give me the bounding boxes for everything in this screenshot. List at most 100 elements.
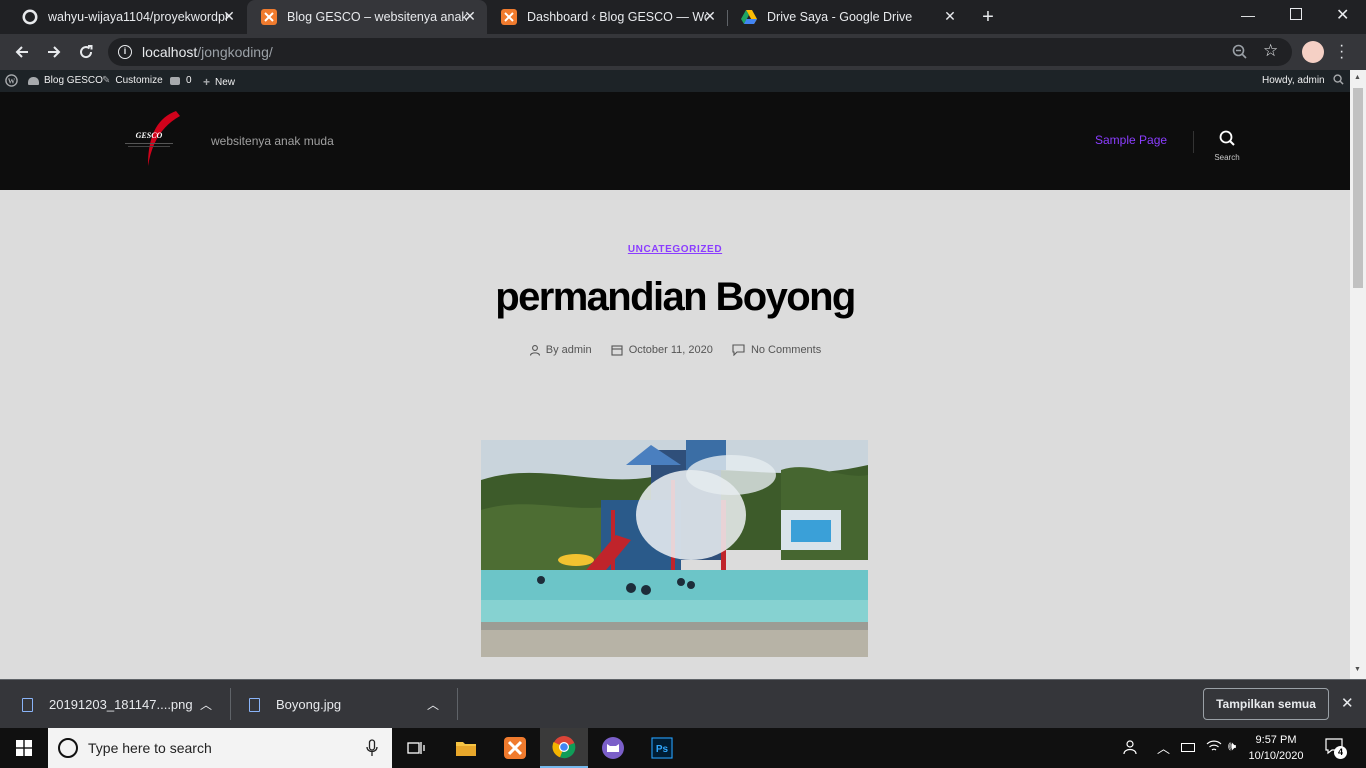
adminbar-howdy-label: Howdy, admin xyxy=(1262,75,1325,86)
zoom-icon[interactable] xyxy=(1232,44,1248,65)
search-icon xyxy=(1219,130,1235,146)
profile-avatar[interactable] xyxy=(1302,41,1324,63)
post-comments-label: No Comments xyxy=(750,344,822,356)
page-content: GESCO websitenya anak muda Sample Page S… xyxy=(0,92,1350,679)
menu-kebab-icon[interactable]: · · · xyxy=(1339,38,1344,66)
tab-title: Blog GESCO – websitenya anak muda xyxy=(287,10,467,24)
file-icon xyxy=(22,697,33,712)
back-arrow-icon[interactable] xyxy=(10,40,34,64)
header-divider xyxy=(1193,131,1194,153)
tab-title: Dashboard ‹ Blog GESCO — WordPress xyxy=(527,10,707,24)
download-divider xyxy=(457,688,458,720)
restore-icon[interactable] xyxy=(1290,8,1302,20)
post-date-label: October 11, 2020 xyxy=(628,344,713,356)
close-window-icon[interactable]: ✕ xyxy=(1336,5,1349,25)
photoshop-icon[interactable]: Ps xyxy=(638,728,686,768)
adminbar-customize[interactable]: ✎ Customize xyxy=(102,75,163,86)
site-logo[interactable]: GESCO xyxy=(122,108,184,170)
show-all-downloads-button[interactable]: Tampilkan semua xyxy=(1203,688,1329,720)
dashboard-icon xyxy=(28,76,39,85)
info-icon[interactable]: i xyxy=(118,45,132,59)
post-title: permandian Boyong xyxy=(495,275,856,319)
adminbar-howdy[interactable]: Howdy, admin xyxy=(1262,75,1325,86)
xampp-icon xyxy=(261,9,277,25)
close-tab-icon[interactable]: ✕ xyxy=(222,9,236,23)
windows-taskbar: Type here to search Ps ︿ 🕪 9:57 PM 10/10… xyxy=(0,728,1366,768)
microphone-icon[interactable] xyxy=(366,739,378,762)
adminbar-site-label: Blog GESCO xyxy=(44,75,103,86)
adminbar-new[interactable]: + New xyxy=(203,75,235,89)
post-category-link[interactable]: UNCATEGORIZED xyxy=(0,244,1350,255)
chevron-up-tray-icon[interactable]: ︿ xyxy=(1157,738,1170,757)
scroll-up-icon[interactable]: ▲ xyxy=(1354,74,1361,81)
url-path: /jongkoding/ xyxy=(197,44,273,60)
post-author-label: By admin xyxy=(545,344,592,356)
post-author[interactable]: By admin xyxy=(529,344,592,356)
logo-text: GESCO xyxy=(136,131,163,140)
file-icon xyxy=(249,697,260,712)
chevron-up-icon[interactable]: ︿ xyxy=(200,696,212,713)
comment-icon xyxy=(732,344,745,356)
xampp-taskbar-icon[interactable] xyxy=(491,728,539,768)
notification-center-icon[interactable]: 4 xyxy=(1325,737,1347,760)
tab-github[interactable]: wahyu-wijaya1104/proyekwordpre ✕ xyxy=(8,0,246,34)
new-tab-icon[interactable]: + xyxy=(978,7,998,27)
download-item[interactable]: Boyong.jpg ︿ xyxy=(249,680,454,729)
google-drive-icon xyxy=(741,9,757,25)
tab-strip: wahyu-wijaya1104/proyekwordpre ✕ Blog GE… xyxy=(0,0,1366,34)
close-tab-icon[interactable]: ✕ xyxy=(463,9,477,23)
brush-icon: ✎ xyxy=(102,75,111,86)
taskbar-clock[interactable]: 9:57 PM 10/10/2020 xyxy=(1248,732,1304,764)
wordpress-logo-icon[interactable]: W xyxy=(5,74,18,87)
download-item[interactable]: 20191203_181147....png ︿ xyxy=(22,680,227,729)
comment-bubble-icon xyxy=(170,76,180,85)
adminbar-new-label: New xyxy=(215,76,236,88)
tab-dashboard[interactable]: Dashboard ‹ Blog GESCO — WordPress ✕ xyxy=(487,0,727,34)
reload-icon[interactable] xyxy=(74,40,98,64)
post-date[interactable]: October 11, 2020 xyxy=(611,344,713,356)
post-comments[interactable]: No Comments xyxy=(732,344,821,356)
forward-arrow-icon[interactable] xyxy=(42,40,66,64)
menu-item-sample-page[interactable]: Sample Page xyxy=(1095,133,1167,147)
post-meta: By admin October 11, 2020 No Comments xyxy=(0,344,1350,359)
close-tab-icon[interactable]: ✕ xyxy=(943,9,957,23)
people-icon[interactable] xyxy=(1121,739,1137,760)
chevron-up-icon[interactable]: ︿ xyxy=(427,696,439,713)
minimize-icon[interactable]: — xyxy=(1241,7,1255,23)
adminbar-comments[interactable]: 0 xyxy=(170,75,192,86)
notification-count-badge: 4 xyxy=(1334,746,1347,759)
chrome-taskbar-icon[interactable] xyxy=(540,728,588,768)
wp-admin-bar: W Blog GESCO ✎ Customize 0 + New Howdy, … xyxy=(0,70,1350,92)
adminbar-site[interactable]: Blog GESCO xyxy=(28,75,103,86)
close-shelf-icon[interactable]: ✕ xyxy=(1341,694,1354,712)
file-explorer-icon[interactable] xyxy=(442,728,490,768)
volume-icon[interactable]: 🕪 xyxy=(1228,738,1236,754)
featured-image xyxy=(481,440,868,657)
url-text: localhost/jongkoding/ xyxy=(142,44,273,60)
taskbar-search-box[interactable]: Type here to search xyxy=(48,728,392,768)
battery-icon[interactable] xyxy=(1181,743,1195,752)
url-host: localhost xyxy=(142,44,198,60)
github-desktop-icon[interactable] xyxy=(589,728,637,768)
scroll-down-icon[interactable]: ▼ xyxy=(1354,666,1361,673)
tab-blog-gesco[interactable]: Blog GESCO – websitenya anak muda ✕ xyxy=(247,0,487,34)
task-view-icon[interactable] xyxy=(392,728,440,768)
scrollbar-thumb[interactable] xyxy=(1353,88,1363,288)
tab-title: wahyu-wijaya1104/proyekwordpre xyxy=(48,10,228,24)
adminbar-search-icon[interactable] xyxy=(1333,74,1344,85)
calendar-icon xyxy=(611,345,623,356)
tab-google-drive[interactable]: Drive Saya - Google Drive ✕ xyxy=(727,0,967,34)
bookmark-star-icon[interactable]: ☆ xyxy=(1263,41,1278,61)
search-toggle[interactable]: Search xyxy=(1208,130,1246,162)
wifi-icon[interactable] xyxy=(1206,739,1222,758)
download-shelf: 20191203_181147....png ︿ Boyong.jpg ︿ Ta… xyxy=(0,679,1366,728)
svg-text:Ps: Ps xyxy=(656,744,669,755)
clock-date: 10/10/2020 xyxy=(1248,750,1304,762)
windows-start-icon[interactable] xyxy=(0,728,48,768)
site-tagline: websitenya anak muda xyxy=(211,134,334,148)
download-filename: 20191203_181147....png xyxy=(49,697,193,712)
close-tab-icon[interactable]: ✕ xyxy=(703,9,717,23)
tab-title: Drive Saya - Google Drive xyxy=(767,10,913,24)
address-bar[interactable]: i localhost/jongkoding/ ☆ xyxy=(108,38,1292,66)
page-scrollbar[interactable]: ▲ ▼ xyxy=(1350,70,1366,679)
